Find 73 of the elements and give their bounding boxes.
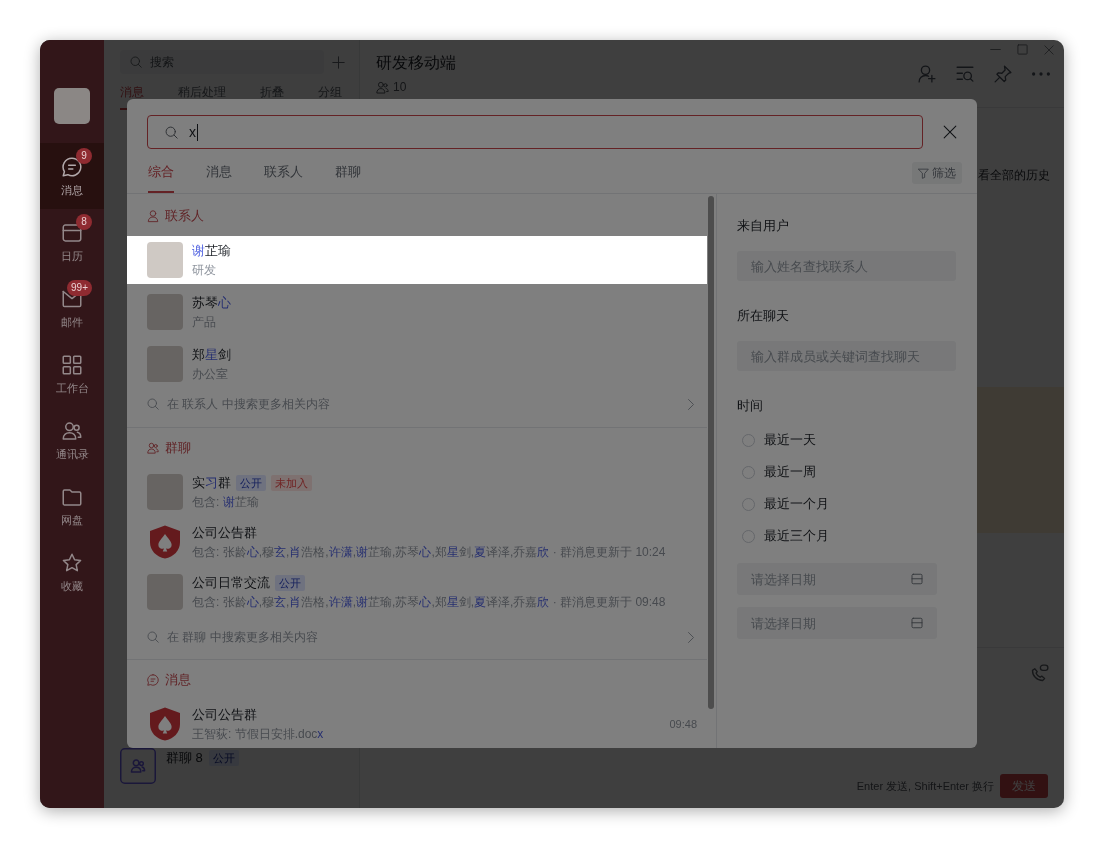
members-icon (376, 80, 389, 94)
person-icon (147, 210, 159, 222)
tab[interactable]: 消息 (206, 149, 232, 193)
search-field[interactable]: x (147, 115, 923, 149)
filter-label: 来自用户 (737, 217, 790, 235)
filter-icon (918, 167, 929, 179)
sidebar-item[interactable]: 8 日历 (40, 209, 104, 275)
group-name: 实习群 (192, 474, 231, 492)
phone-icon[interactable] (1031, 664, 1049, 682)
sidebar-item[interactable]: 99+ 邮件 (40, 275, 104, 341)
contact-name: 郑星剑 (192, 346, 231, 364)
tab[interactable]: 联系人 (264, 149, 303, 193)
chevron-right-icon (688, 398, 694, 410)
chat-title: 研发移动端 (376, 53, 456, 73)
group-icon (147, 442, 159, 454)
group-icon (120, 748, 156, 784)
search-icon (147, 631, 159, 643)
search-list-icon[interactable] (956, 65, 974, 83)
section-title: 群聊 (165, 439, 191, 457)
avatar-placeholder (147, 346, 183, 382)
department-label: 研发 (192, 262, 217, 278)
scrollbar-thumb[interactable] (708, 196, 714, 709)
sidebar-item[interactable]: 工作台 (40, 341, 104, 407)
contact-name: 苏琴心 (192, 294, 231, 312)
plus-icon[interactable] (332, 55, 345, 69)
maximize-icon[interactable] (1017, 44, 1028, 55)
section-title: 消息 (165, 671, 191, 689)
visibility-tag: 公开 (275, 575, 305, 591)
unread-count-badge: 9 (76, 148, 92, 164)
sidebar-item[interactable]: 通讯录 (40, 407, 104, 473)
filter-button[interactable]: 筛选 (912, 162, 962, 184)
unread-count-badge: 99+ (67, 280, 92, 296)
avatar-placeholder (147, 294, 183, 330)
tab[interactable]: 群聊 (335, 149, 361, 193)
search-icon (165, 125, 178, 139)
group-name: 公司公告群 (192, 524, 257, 542)
membership-tag: 未加入 (271, 475, 312, 491)
filter-label: 所在聊天 (737, 307, 790, 325)
visibility-tag: 公开 (236, 475, 266, 491)
grid-icon (62, 355, 82, 375)
tab[interactable]: 综合 (148, 149, 174, 193)
contacts-icon (62, 421, 82, 441)
sidebar-item[interactable]: 网盘 (40, 473, 104, 539)
avatar-placeholder (147, 242, 183, 278)
folder-icon (62, 487, 82, 507)
close-icon[interactable] (943, 125, 957, 139)
chat-name: 公司公告群 (192, 706, 258, 724)
group-name: 公司日常交流 (192, 574, 270, 592)
unread-count-badge: 8 (76, 214, 92, 230)
more-icon[interactable] (1032, 72, 1050, 76)
option-label[interactable]: 最近三个月 (764, 527, 829, 545)
calendar-icon (911, 617, 923, 629)
sidebar-item[interactable]: 9 消息 (40, 143, 104, 209)
contact-name: 谢芷瑜 (192, 242, 231, 260)
avatar-placeholder[interactable] (54, 88, 90, 124)
shield-logo-icon (150, 525, 180, 559)
section-title: 联系人 (165, 207, 204, 225)
search-icon (130, 56, 142, 68)
add-member-icon[interactable] (918, 65, 936, 83)
group-avatar-placeholder (147, 574, 183, 610)
calendar-icon (62, 223, 82, 243)
chat-bubble-icon (62, 157, 82, 177)
shield-logo-icon (150, 707, 180, 741)
search-icon (147, 398, 159, 410)
filter-label: 时间 (737, 397, 764, 415)
pin-icon[interactable] (994, 65, 1012, 83)
calendar-icon (911, 573, 923, 585)
chat-bubble-icon (147, 674, 159, 686)
message-time: 09:48 (669, 718, 697, 730)
chevron-right-icon (688, 631, 694, 643)
group-avatar-placeholder (147, 474, 183, 510)
star-icon (62, 553, 82, 573)
sidebar-item[interactable]: 收藏 (40, 539, 104, 605)
